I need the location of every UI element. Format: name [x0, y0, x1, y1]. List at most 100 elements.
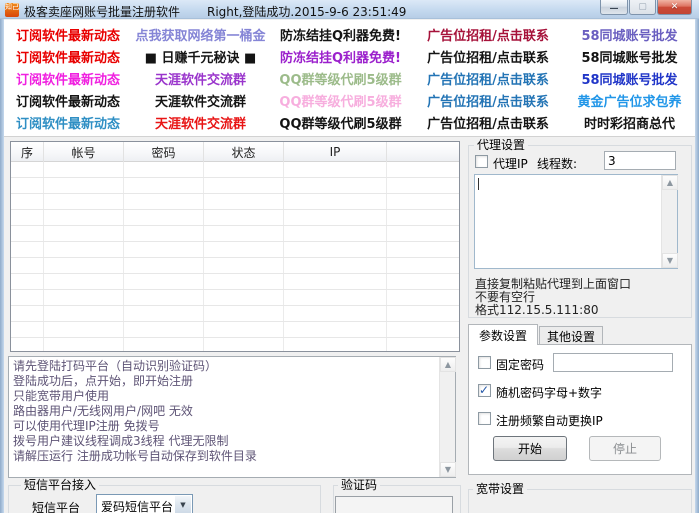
table-row: [11, 290, 459, 306]
fixed-password-input[interactable]: [553, 353, 673, 372]
close-button[interactable]: ✕: [657, 0, 692, 15]
settings-tabs: 参数设置 其他设置 固定密码 ✓ 随机密码字母+数字 注册频繁自动更换IP 开始…: [468, 324, 692, 476]
ad-link[interactable]: 点我获取网络第一桶金: [132, 25, 269, 44]
ad-link[interactable]: QQ群等级代刷5级群: [269, 69, 412, 88]
ad-link[interactable]: 58同城账号批发: [564, 25, 695, 44]
table-cell: [204, 226, 284, 241]
ad-link[interactable]: ■ 日赚千元秘诀 ■: [132, 47, 269, 66]
table-cell: [387, 194, 459, 209]
ad-link[interactable]: 订阅软件最新动态: [4, 25, 132, 44]
ads-row: 订阅软件最新动态天涯软件交流群QQ群等级代刷5级群广告位招租/点击联系时时彩招商…: [4, 111, 695, 133]
instructions-box[interactable]: 请先登陆打码平台（自动识别验证码） 登陆成功后，点开始，即开始注册 只能宽带用户…: [8, 356, 456, 478]
ad-link[interactable]: QQ群等级代刷5级群: [269, 113, 412, 132]
table-cell: [284, 274, 387, 289]
table-row: [11, 194, 459, 210]
ad-link[interactable]: 时时彩招商总代: [564, 113, 695, 132]
ad-link[interactable]: 广告位招租/点击联系: [412, 91, 564, 110]
minimize-icon: —: [610, 5, 619, 14]
ad-link[interactable]: 广告位招租/点击联系: [412, 25, 564, 44]
column-header[interactable]: 状态: [204, 142, 284, 162]
proxy-scrollbar[interactable]: ▲ ▼: [661, 175, 677, 268]
ad-link[interactable]: 天涯软件交流群: [132, 113, 269, 132]
table-cell: [124, 242, 204, 257]
ad-link[interactable]: QQ群等级代刷5级群: [269, 91, 412, 110]
ad-link[interactable]: 广告位招租/点击联系: [412, 47, 564, 66]
broadband-group: 宽带设置: [468, 489, 692, 513]
table-cell: [44, 258, 124, 273]
table-cell: [44, 194, 124, 209]
text-caret: [478, 178, 479, 190]
table-cell: [11, 338, 44, 352]
table-cell: [11, 162, 44, 177]
table-row: [11, 322, 459, 338]
table-cell: [387, 162, 459, 177]
app-window: 知己 极客卖座网账号批量注册软件 Right,登陆成功.2015-9-6 23:…: [0, 0, 699, 513]
table-cell: [387, 226, 459, 241]
ad-link[interactable]: 58同城账号批发: [564, 69, 695, 88]
titlebar[interactable]: 知己 极客卖座网账号批量注册软件 Right,登陆成功.2015-9-6 23:…: [0, 0, 699, 19]
table-cell: [44, 210, 124, 225]
login-status: Right,登陆成功.2015-9-6 23:51:49: [207, 3, 406, 20]
proxy-list-textarea[interactable]: ▲ ▼: [474, 174, 678, 269]
param-settings-panel: 固定密码 ✓ 随机密码字母+数字 注册频繁自动更换IP 开始 停止: [468, 344, 692, 475]
table-cell: [44, 306, 124, 321]
auto-change-ip-checkbox[interactable]: [478, 412, 491, 425]
column-header[interactable]: [387, 142, 459, 162]
auto-change-ip-label: 注册频繁自动更换IP: [496, 412, 603, 429]
ad-link[interactable]: 防冻结挂Q利器免费!: [269, 47, 412, 66]
scroll-down-icon[interactable]: ▼: [662, 253, 678, 268]
ad-link[interactable]: 黄金广告位求包养: [564, 91, 695, 110]
ads-row: 订阅软件最新动态点我获取网络第一桶金防冻结挂Q利器免费!广告位招租/点击联系58…: [4, 23, 695, 45]
proxy-settings-label: 代理设置: [474, 138, 528, 152]
column-header[interactable]: IP: [284, 142, 387, 162]
scroll-up-icon[interactable]: ▲: [440, 357, 456, 372]
table-row: [11, 338, 459, 352]
tab-param-settings[interactable]: 参数设置: [468, 324, 538, 345]
table-cell: [284, 242, 387, 257]
table-cell: [44, 338, 124, 352]
column-header[interactable]: 密码: [124, 142, 204, 162]
window-title: 极客卖座网账号批量注册软件: [24, 3, 180, 20]
table-cell: [387, 258, 459, 273]
ad-link[interactable]: 防冻结挂Q利器免费!: [269, 25, 412, 44]
ad-link[interactable]: 订阅软件最新动态: [4, 113, 132, 132]
table-row: [11, 306, 459, 322]
table-cell: [284, 210, 387, 225]
ad-link[interactable]: 广告位招租/点击联系: [412, 113, 564, 132]
table-cell: [387, 178, 459, 193]
table-cell: [11, 226, 44, 241]
ad-link[interactable]: 天涯软件交流群: [132, 91, 269, 110]
proxy-settings-group: 代理设置 代理IP 线程数: ▲ ▼ 直接复制粘贴代理到上面窗口 不要有空行 格…: [468, 145, 692, 318]
chevron-down-icon[interactable]: ▼: [175, 496, 191, 513]
table-cell: [44, 290, 124, 305]
column-header[interactable]: 序: [11, 142, 44, 162]
ad-link[interactable]: 58同城账号批发: [564, 47, 695, 66]
table-cell: [124, 178, 204, 193]
ad-link[interactable]: 订阅软件最新动态: [4, 69, 132, 88]
ad-link[interactable]: 天涯软件交流群: [132, 69, 269, 88]
scroll-up-icon[interactable]: ▲: [662, 175, 678, 190]
table-cell: [284, 258, 387, 273]
table-cell: [44, 178, 124, 193]
sms-platform-select[interactable]: 爱码短信平台 ▼: [96, 494, 193, 513]
tab-other-settings[interactable]: 其他设置: [539, 326, 603, 345]
fixed-password-checkbox[interactable]: [478, 356, 491, 369]
minimize-button[interactable]: —: [600, 0, 628, 15]
ad-link[interactable]: 订阅软件最新动态: [4, 91, 132, 110]
window-controls: — ▢ ✕: [599, 0, 692, 15]
start-button[interactable]: 开始: [493, 436, 567, 461]
column-header[interactable]: 帐号: [44, 142, 124, 162]
table-cell: [11, 274, 44, 289]
table-cell: [204, 194, 284, 209]
captcha-image-box: [335, 496, 453, 513]
proxy-ip-checkbox[interactable]: [475, 155, 488, 168]
scroll-down-icon[interactable]: ▼: [440, 462, 456, 477]
instructions-scrollbar[interactable]: ▲ ▼: [439, 357, 455, 477]
ads-row: 订阅软件最新动态天涯软件交流群QQ群等级代刷5级群广告位招租/点击联系黄金广告位…: [4, 89, 695, 111]
close-icon: ✕: [671, 3, 679, 12]
random-password-checkbox[interactable]: ✓: [478, 384, 491, 397]
ad-link[interactable]: 广告位招租/点击联系: [412, 69, 564, 88]
thread-count-input[interactable]: [604, 151, 676, 170]
table-cell: [11, 242, 44, 257]
ad-link[interactable]: 订阅软件最新动态: [4, 47, 132, 66]
